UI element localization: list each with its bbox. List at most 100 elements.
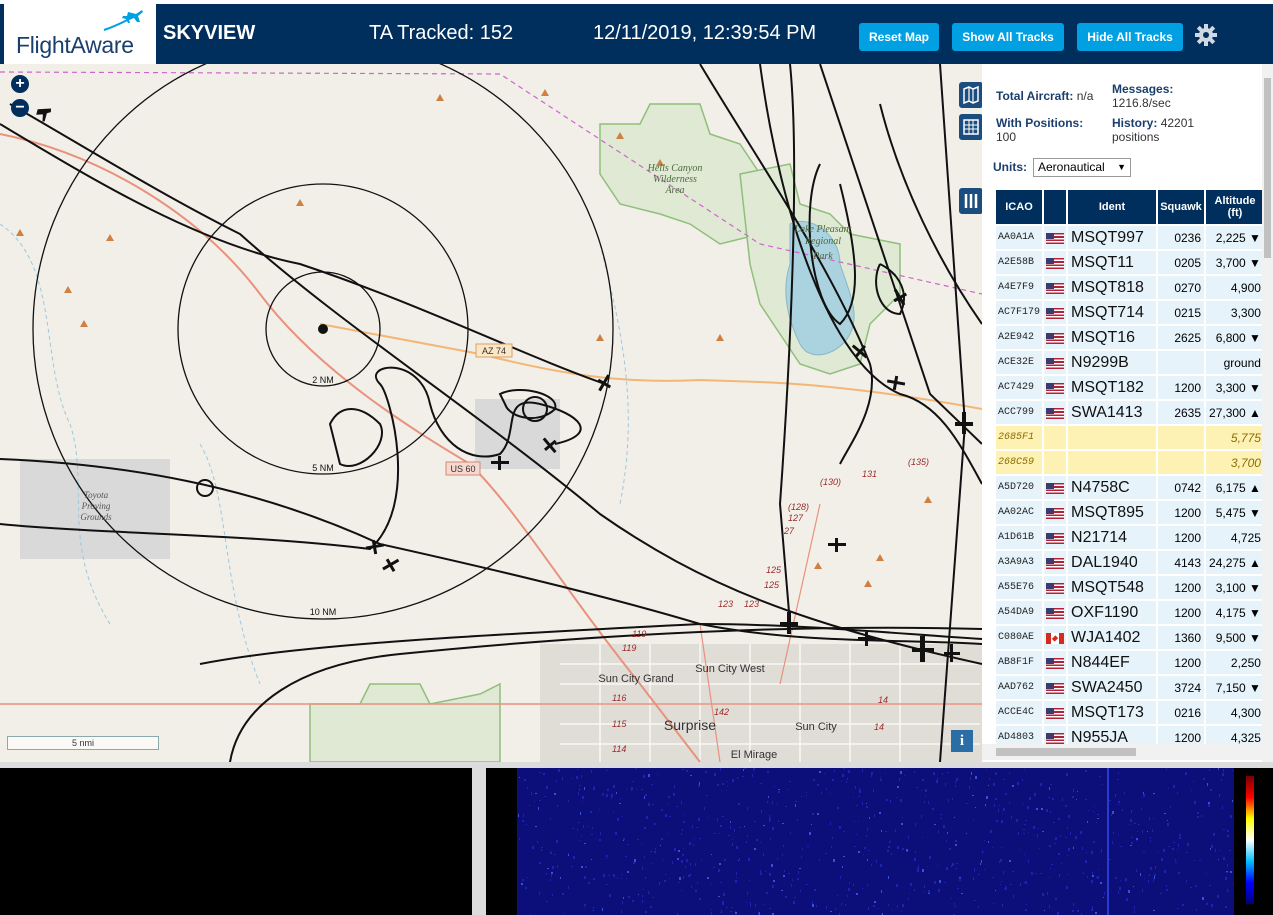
waterfall-noise-pixel	[527, 877, 528, 878]
waterfall-noise-pixel	[732, 779, 734, 782]
zoom-in-button[interactable]: +	[11, 75, 29, 93]
aircraft-row[interactable]: A1D61B N21714 1200 4,725	[996, 526, 1264, 549]
aircraft-row[interactable]: A54DA9 OXF1190 1200 4,175 ▼	[996, 601, 1264, 624]
waterfall-noise-pixel	[1173, 842, 1175, 843]
waterfall-noise-pixel	[770, 838, 771, 840]
aircraft-row[interactable]: A2E58B MSQT11 0205 3,700 ▼	[996, 251, 1264, 274]
aircraft-row[interactable]: AA0A1A MSQT997 0236 2,225 ▼	[996, 226, 1264, 249]
aircraft-row[interactable]: A5D720 N4758C 0742 6,175 ▲	[996, 476, 1264, 499]
reset-map-button[interactable]: Reset Map	[859, 23, 939, 51]
aircraft-row[interactable]: 268C59 3,700	[996, 451, 1264, 474]
col-altitude[interactable]: Altitude (ft)	[1206, 190, 1264, 224]
waterfall-noise-pixel	[722, 902, 724, 905]
waterfall-noise-pixel	[571, 778, 572, 779]
waterfall-noise-pixel	[842, 866, 843, 868]
info-button[interactable]: i	[951, 730, 973, 752]
waterfall-noise-pixel	[928, 890, 930, 893]
waterfall-noise-pixel	[661, 838, 663, 840]
bottom-panel	[0, 762, 1273, 915]
aircraft-row[interactable]: AA02AC MSQT895 1200 5,475 ▼	[996, 501, 1264, 524]
waterfall-noise-pixel	[915, 823, 916, 826]
aircraft-row[interactable]: AC7429 MSQT182 1200 3,300 ▼	[996, 376, 1264, 399]
waterfall-noise-pixel	[957, 888, 959, 889]
az74-road	[319, 323, 982, 410]
aircraft-row[interactable]: ACC799 SWA1413 2635 27,300 ▲	[996, 401, 1264, 424]
waterfall-noise-pixel	[557, 805, 558, 807]
aircraft-row[interactable]: A55E76 MSQT548 1200 3,100 ▼	[996, 576, 1264, 599]
waterfall-noise-pixel	[971, 772, 972, 775]
aircraft-row[interactable]: ACCE4C MSQT173 0216 4,300	[996, 701, 1264, 724]
aircraft-row[interactable]: A4E7F9 MSQT818 0270 4,900	[996, 276, 1264, 299]
aircraft-row[interactable]: AC7F179 MSQT714 0215 3,300	[996, 301, 1264, 324]
waterfall-noise-pixel	[788, 873, 790, 874]
waterfall-noise-pixel	[842, 774, 844, 777]
waterfall-noise-pixel	[1193, 781, 1194, 782]
ident-cell	[1068, 426, 1157, 449]
waterfall-noise-pixel	[1210, 848, 1211, 850]
waterfall-noise-pixel	[1211, 904, 1213, 907]
airplane-logo-icon	[103, 10, 143, 31]
waterfall-noise-pixel	[901, 823, 903, 825]
waterfall-noise-pixel	[654, 823, 656, 825]
hide-all-tracks-button[interactable]: Hide All Tracks	[1077, 23, 1183, 51]
flightaware-logo[interactable]: FlightAware	[4, 4, 156, 64]
horizontal-scroll-thumb[interactable]	[996, 748, 1136, 756]
waterfall-noise-pixel	[1203, 778, 1205, 780]
aircraft-row[interactable]: A3A9A3 DAL1940 4143 24,275 ▲	[996, 551, 1264, 574]
aircraft-row[interactable]: ACE32E N9299B ground	[996, 351, 1264, 374]
sidebar-scrollbar[interactable]	[1262, 64, 1273, 762]
flag-cell	[1044, 601, 1067, 624]
waterfall-noise-pixel	[578, 822, 580, 823]
waterfall-noise-pixel	[1067, 827, 1068, 829]
map-canvas[interactable]: Hells Canyon Wilderness Area Lake Pleasa…	[0, 64, 982, 762]
col-icao[interactable]: ICAO	[996, 190, 1043, 224]
waterfall-noise-pixel	[655, 848, 656, 850]
waterfall-noise-pixel	[632, 900, 634, 902]
aircraft-row[interactable]: A2E942 MSQT16 2625 6,800 ▼	[996, 326, 1264, 349]
waterfall-noise-pixel	[1040, 783, 1042, 786]
aircraft-row[interactable]: 2685F1 5,775	[996, 426, 1264, 449]
waterfall-noise-pixel	[619, 803, 621, 804]
waterfall-noise-pixel	[1133, 886, 1134, 887]
icao-cell: A55E76	[996, 576, 1043, 599]
waterfall-noise-pixel	[697, 882, 698, 884]
map-view[interactable]: Hells Canyon Wilderness Area Lake Pleasa…	[0, 64, 982, 762]
waterfall-noise-pixel	[995, 890, 996, 891]
horizontal-scrollbar[interactable]	[982, 744, 1262, 760]
col-flag[interactable]	[1044, 190, 1067, 224]
settings-gear-icon[interactable]	[1194, 23, 1218, 47]
waterfall-noise-pixel	[584, 843, 586, 844]
waterfall-noise-pixel	[982, 850, 983, 852]
waterfall-noise-pixel	[1210, 789, 1212, 791]
waterfall-noise-pixel	[661, 809, 663, 811]
waterfall-noise-pixel	[955, 781, 956, 783]
waterfall-noise-pixel	[1097, 814, 1099, 815]
waterfall-noise-pixel	[753, 768, 755, 770]
units-select[interactable]: Aeronautical ▼	[1033, 158, 1131, 177]
altitude-cell: 2,250	[1206, 651, 1264, 674]
waterfall-noise-pixel	[1070, 832, 1071, 835]
waterfall-noise-pixel	[1103, 897, 1104, 898]
waterfall-noise-pixel	[711, 854, 712, 855]
sidebar-scroll-thumb[interactable]	[1264, 78, 1271, 258]
waterfall-noise-pixel	[623, 838, 625, 840]
waterfall-noise-pixel	[631, 790, 632, 791]
columns-toggle-button[interactable]	[959, 188, 982, 214]
aircraft-row[interactable]: C080AE WJA1402 1360 9,500 ▼	[996, 626, 1264, 649]
waterfall-noise-pixel	[901, 911, 902, 912]
waterfall-noise-pixel	[1220, 850, 1221, 851]
waterfall-noise-pixel	[900, 771, 902, 774]
waterfall-noise-pixel	[1149, 874, 1150, 876]
waterfall-noise-pixel	[866, 803, 867, 804]
aircraft-row[interactable]: AAD762 SWA2450 3724 7,150 ▼	[996, 676, 1264, 699]
show-all-tracks-button[interactable]: Show All Tracks	[952, 23, 1064, 51]
map-layers-button[interactable]	[959, 82, 982, 108]
waterfall-noise-pixel	[837, 807, 839, 809]
waterfall-noise-pixel	[843, 768, 845, 769]
zoom-out-button[interactable]: −	[11, 99, 29, 117]
waterfall-noise-pixel	[582, 796, 584, 799]
col-squawk[interactable]: Squawk	[1158, 190, 1205, 224]
col-ident[interactable]: Ident	[1068, 190, 1157, 224]
grid-toggle-button[interactable]	[959, 114, 982, 140]
aircraft-row[interactable]: AB8F1F N844EF 1200 2,250	[996, 651, 1264, 674]
